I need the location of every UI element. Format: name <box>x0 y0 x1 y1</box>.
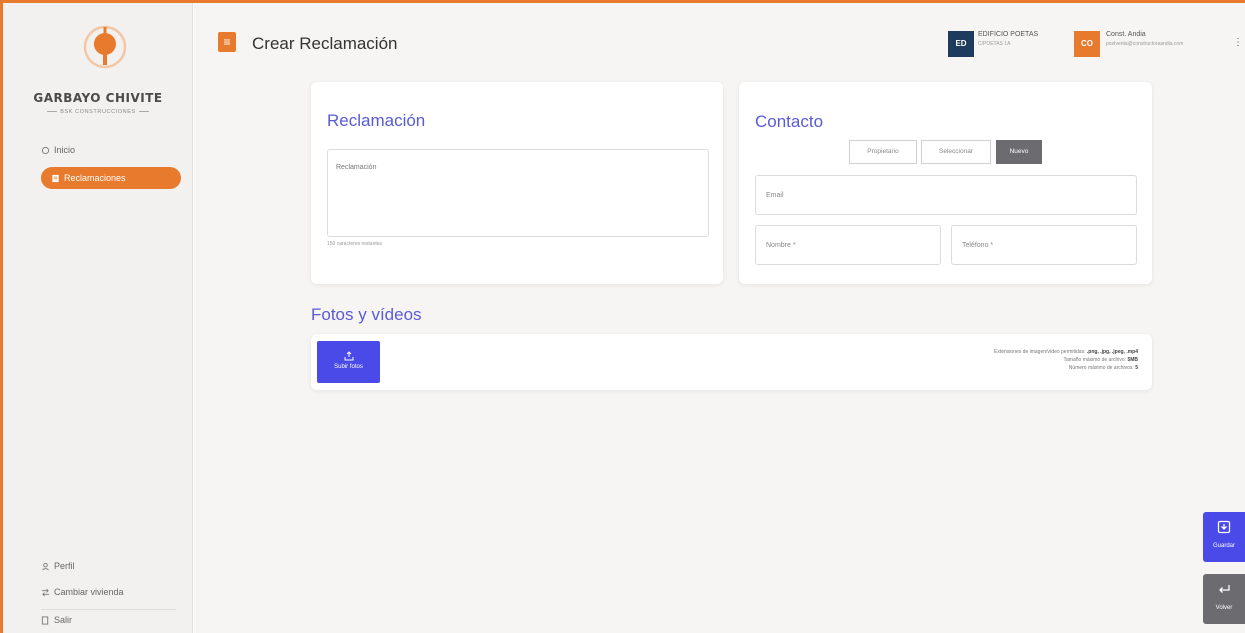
logout-icon <box>41 615 50 625</box>
menu-toggle-button[interactable]: ≡ <box>218 32 236 52</box>
brand-logo-icon <box>83 25 127 69</box>
sidebar-divider <box>41 609 176 610</box>
fotos-card: Subir fotos Extensiones de imagen/vídeo … <box>311 334 1152 390</box>
sidebar: GARBAYO CHIVITE BSK CONSTRUCCIONES Inici… <box>3 3 193 633</box>
more-menu-icon[interactable]: ⋮ <box>1233 37 1243 48</box>
option-nuevo-button[interactable]: Nuevo <box>996 140 1042 164</box>
home-icon <box>41 146 50 155</box>
sidebar-item-label: Inicio <box>54 145 76 155</box>
document-icon <box>51 174 60 183</box>
reclamacion-title: Reclamación <box>327 111 426 130</box>
telefono-field[interactable]: Teléfono * <box>951 225 1137 265</box>
swap-icon <box>41 588 50 597</box>
upload-label: Subir fotos <box>334 364 363 370</box>
page-title: Crear Reclamación <box>252 34 398 53</box>
sidebar-item-label: Reclamaciones <box>64 173 126 183</box>
building-address: C/POETAS 1A <box>978 41 1011 47</box>
reclamacion-textarea[interactable] <box>327 149 709 237</box>
user-email: postventa@constructoraandia.com <box>1106 41 1184 47</box>
characters-remaining-hint: 150 caracteres restantes <box>327 241 383 247</box>
building-avatar[interactable]: ED <box>948 31 974 57</box>
user-icon <box>41 562 50 571</box>
max-file-count: Número máximo de archivos: 5 <box>1068 365 1138 371</box>
sidebar-item-label: Cambiar vivienda <box>54 587 124 597</box>
contacto-card: Contacto Propietario Seleccionar Nuevo E… <box>739 82 1152 284</box>
reclamacion-card: Reclamación 150 caracteres restantes <box>311 82 723 284</box>
back-button[interactable]: Volver <box>1203 574 1245 624</box>
nombre-field[interactable]: Nombre * <box>755 225 941 265</box>
upload-icon <box>344 351 353 361</box>
building-name: EDIFICIO POETAS <box>978 31 1039 38</box>
allowed-extensions: Extensiones de imagen/vídeo permitidas: … <box>994 349 1138 355</box>
save-button[interactable]: Guardar <box>1203 512 1245 562</box>
brand-name: GARBAYO CHIVITE <box>33 91 163 105</box>
email-field[interactable]: Email <box>755 175 1137 215</box>
sidebar-item-cambiar-vivienda[interactable]: Cambiar vivienda <box>41 587 124 597</box>
fotos-section-title: Fotos y vídeos <box>311 305 422 324</box>
return-icon <box>1203 574 1245 605</box>
brand-tagline: BSK CONSTRUCCIONES <box>23 109 173 115</box>
option-seleccionar-button[interactable]: Seleccionar <box>921 140 991 164</box>
sidebar-item-label: Perfil <box>54 561 75 571</box>
save-icon <box>1203 512 1245 543</box>
contacto-title: Contacto <box>755 112 824 131</box>
user-name: Const. Andia <box>1106 31 1146 38</box>
save-label: Guardar <box>1212 543 1235 549</box>
sidebar-item-perfil[interactable]: Perfil <box>41 561 75 571</box>
sidebar-item-reclamaciones[interactable]: Reclamaciones <box>41 167 181 189</box>
top-bar: ≡ Crear Reclamación ED EDIFICIO POETAS C… <box>194 3 1245 63</box>
max-file-size: Tamaño máximo de archivo: 5MB <box>1063 357 1138 363</box>
sidebar-item-inicio[interactable]: Inicio <box>41 145 75 155</box>
upload-restrictions: Extensiones de imagen/vídeo permitidas: … <box>994 348 1138 372</box>
sidebar-item-label: Salir <box>54 615 73 625</box>
sidebar-item-salir[interactable]: Salir <box>41 615 72 625</box>
back-label: Volver <box>1215 605 1233 611</box>
option-propietario-button[interactable]: Propietario <box>849 140 917 164</box>
upload-photos-button[interactable]: Subir fotos <box>317 341 380 383</box>
user-avatar[interactable]: CO <box>1074 31 1100 57</box>
main-content: ≡ Crear Reclamación ED EDIFICIO POETAS C… <box>194 3 1245 633</box>
